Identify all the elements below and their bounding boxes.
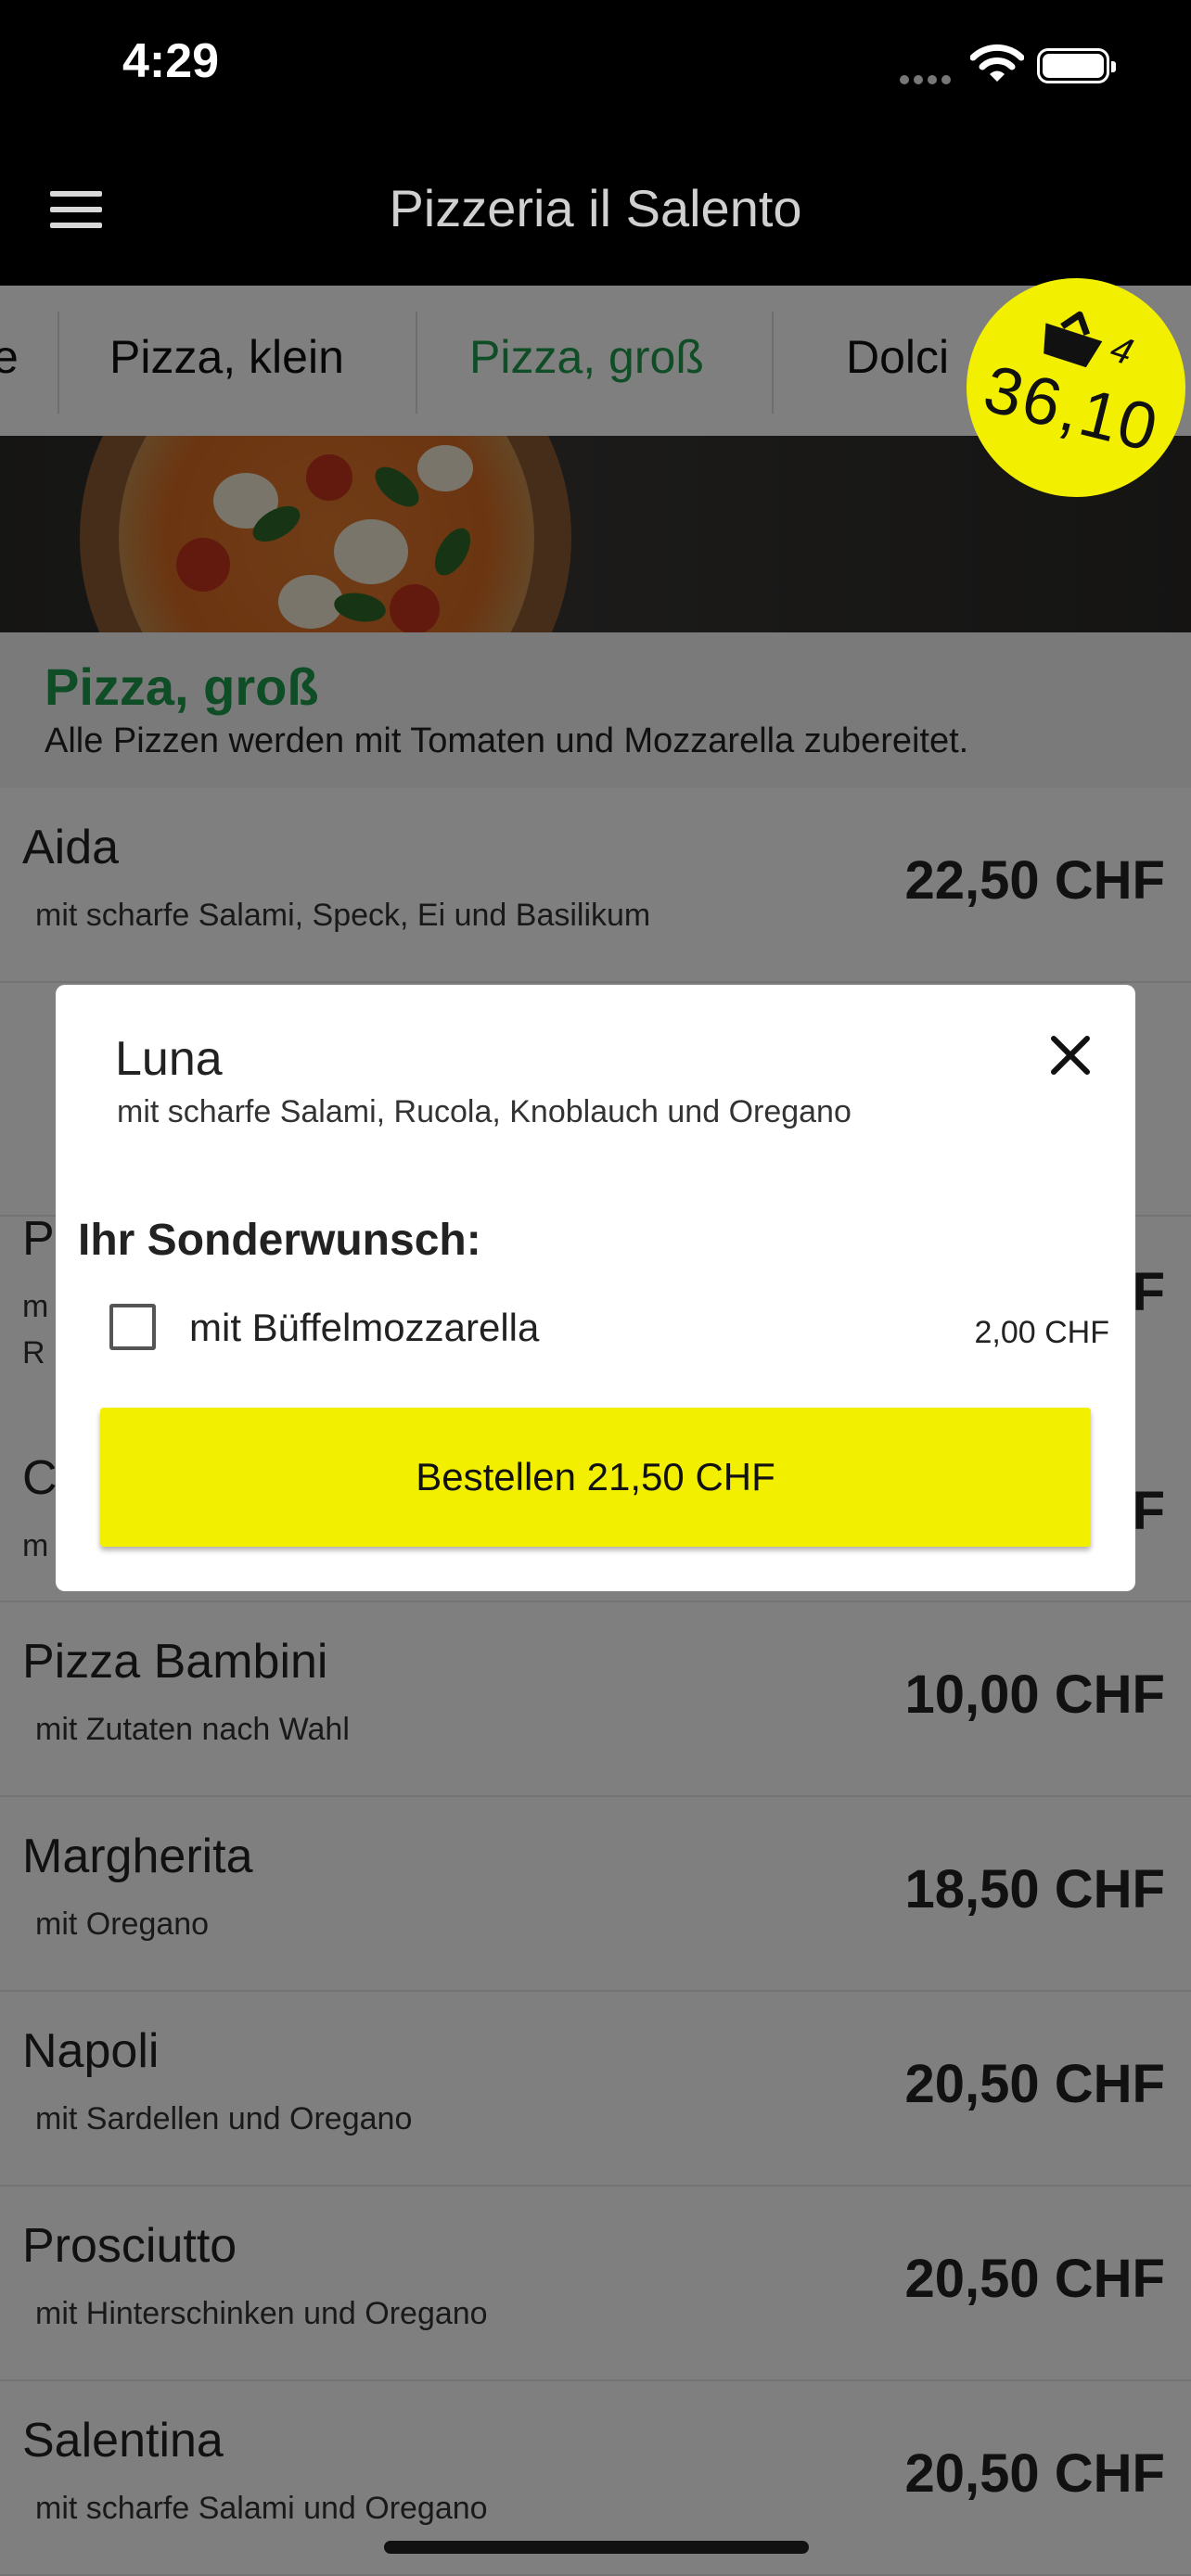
app-title: Pizzeria il Salento bbox=[389, 179, 802, 237]
special-request-heading: Ihr Sonderwunsch: bbox=[78, 1216, 481, 1265]
wifi-icon bbox=[970, 44, 1024, 82]
basket-icon bbox=[1044, 311, 1103, 367]
cart-total: 36,10 bbox=[977, 351, 1167, 466]
dialog-title: Luna bbox=[115, 1032, 223, 1086]
status-bar: 4:29 bbox=[0, 0, 1191, 130]
battery-icon bbox=[1037, 48, 1116, 83]
home-indicator[interactable] bbox=[384, 2541, 809, 2554]
option-checkbox[interactable] bbox=[109, 1304, 156, 1350]
dialog-subtitle: mit scharfe Salami, Rucola, Knoblauch un… bbox=[117, 1094, 852, 1129]
app-bar: Pizzeria il Salento bbox=[0, 130, 1191, 286]
status-time: 4:29 bbox=[122, 34, 220, 88]
close-icon[interactable] bbox=[1044, 1029, 1096, 1081]
option-label[interactable]: mit Büffelmozzarella bbox=[189, 1306, 539, 1350]
cart-button[interactable]: 4 36,10 bbox=[967, 278, 1185, 497]
order-button[interactable]: Bestellen 21,50 CHF bbox=[100, 1408, 1091, 1547]
special-request-dialog: Luna mit scharfe Salami, Rucola, Knoblau… bbox=[56, 985, 1135, 1591]
cart-item-count: 4 bbox=[1105, 327, 1138, 374]
cellular-signal-icon bbox=[900, 72, 955, 89]
option-price: 2,00 CHF bbox=[974, 1315, 1110, 1350]
